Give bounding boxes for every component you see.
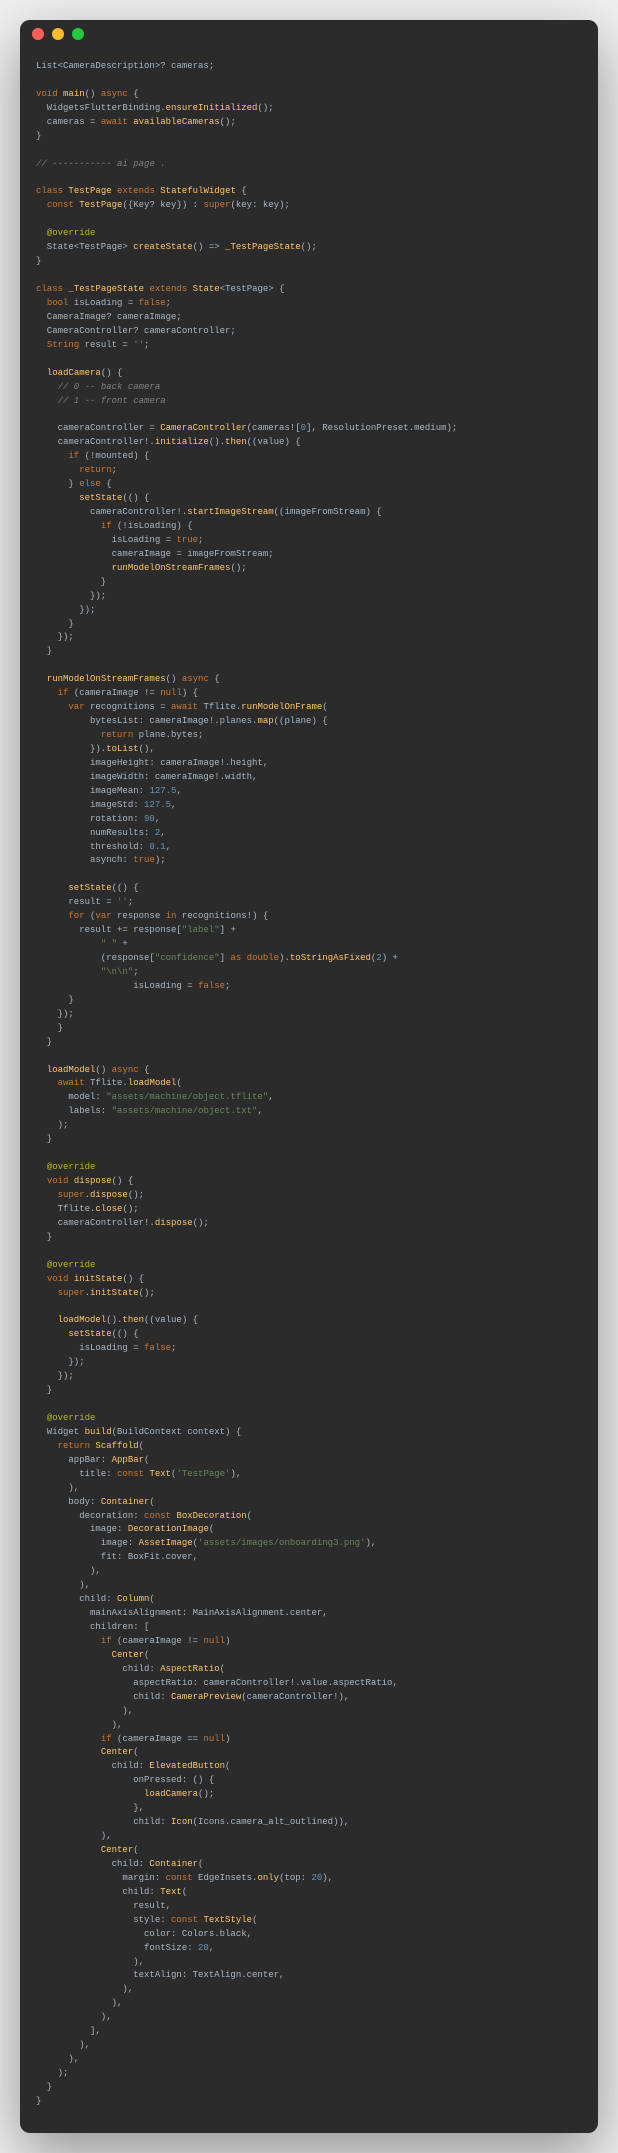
- close-icon[interactable]: [32, 28, 44, 40]
- maximize-icon[interactable]: [72, 28, 84, 40]
- editor-window: List<CameraDescription>? cameras; void m…: [20, 20, 598, 2133]
- minimize-icon[interactable]: [52, 28, 64, 40]
- window-titlebar: [20, 20, 598, 48]
- code-editor[interactable]: List<CameraDescription>? cameras; void m…: [20, 48, 598, 2133]
